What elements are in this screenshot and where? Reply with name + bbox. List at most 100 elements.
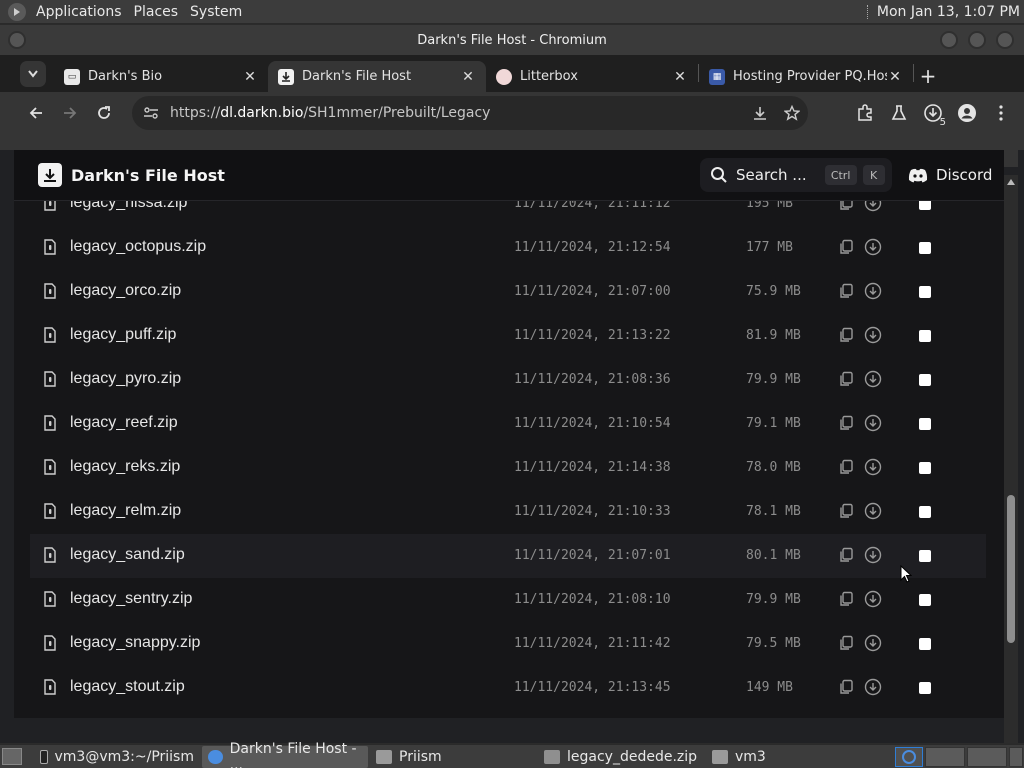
site-download-icon[interactable] — [38, 163, 62, 187]
places-menu[interactable]: Places — [128, 0, 185, 24]
download-icon[interactable] — [864, 326, 882, 348]
file-name-link[interactable]: legacy_stout.zip — [70, 678, 185, 696]
copy-link-icon[interactable] — [838, 327, 854, 347]
download-icon[interactable] — [864, 546, 882, 568]
file-name-link[interactable]: legacy_sand.zip — [70, 546, 185, 564]
select-checkbox[interactable] — [919, 374, 931, 386]
close-tab-icon[interactable]: ✕ — [242, 69, 258, 85]
workspace-switcher-active[interactable] — [895, 747, 923, 767]
select-checkbox[interactable] — [919, 462, 931, 474]
select-checkbox[interactable] — [919, 638, 931, 650]
file-name-link[interactable]: legacy_sentry.zip — [70, 590, 192, 608]
bookmark-star-icon[interactable] — [776, 105, 808, 121]
copy-link-icon[interactable] — [838, 547, 854, 567]
file-row[interactable]: legacy_reks.zip 11/11/2024, 21:14:38 78.0 … — [30, 446, 986, 490]
select-checkbox[interactable] — [919, 550, 931, 562]
extensions-button[interactable] — [848, 96, 882, 130]
download-icon[interactable] — [864, 634, 882, 656]
page-scrollbar[interactable] — [1004, 175, 1018, 743]
url-text[interactable]: https://dl.darkn.bio/SH1mmer/Prebuilt/Le… — [170, 105, 744, 121]
task-priism-folder[interactable]: Priism — [370, 746, 536, 768]
copy-link-icon[interactable] — [838, 371, 854, 391]
tab-darkns-file-host[interactable]: Darkn's File Host ✕ — [268, 61, 486, 92]
close-tab-icon[interactable]: ✕ — [672, 69, 688, 85]
download-icon[interactable] — [864, 282, 882, 304]
back-button[interactable] — [19, 96, 53, 130]
tab-hosting-provider[interactable]: ▦ Hosting Provider PQ.Hosti ✕ — [699, 61, 913, 92]
file-row[interactable]: legacy_pyro.zip 11/11/2024, 21:08:36 79.9 … — [30, 358, 986, 402]
select-checkbox[interactable] — [919, 594, 931, 606]
downloads-button[interactable]: 5 — [916, 96, 950, 130]
maximize-button[interactable] — [968, 31, 986, 49]
file-name-link[interactable]: legacy_puff.zip — [70, 326, 176, 344]
task-terminal[interactable]: vm3@vm3:~/Priism — [34, 746, 200, 768]
copy-link-icon[interactable] — [838, 459, 854, 479]
window-menu-button[interactable] — [8, 31, 26, 49]
copy-link-icon[interactable] — [838, 503, 854, 523]
minimize-button[interactable] — [940, 31, 958, 49]
file-row[interactable]: legacy_octopus.zip 11/11/2024, 21:12:54 17… — [30, 226, 986, 270]
file-name-link[interactable]: legacy_orco.zip — [70, 282, 181, 300]
show-desktop-icon[interactable] — [2, 748, 22, 765]
forward-button[interactable] — [53, 96, 87, 130]
task-chromium[interactable]: Darkn's File Host - ... — [202, 741, 368, 768]
reload-button[interactable] — [87, 96, 121, 130]
profile-button[interactable] — [950, 96, 984, 130]
file-row[interactable]: legacy_reef.zip 11/11/2024, 21:10:54 79.1 … — [30, 402, 986, 446]
select-checkbox[interactable] — [919, 418, 931, 430]
select-checkbox[interactable] — [919, 330, 931, 342]
address-bar[interactable]: https://dl.darkn.bio/SH1mmer/Prebuilt/Le… — [132, 96, 808, 130]
file-row[interactable]: legacy_puff.zip 11/11/2024, 21:13:22 81.9 … — [30, 314, 986, 358]
applications-menu[interactable]: Applications — [30, 0, 128, 24]
download-icon[interactable] — [864, 502, 882, 524]
file-row[interactable]: legacy_sand.zip 11/11/2024, 21:07:01 80.1 … — [30, 534, 986, 578]
file-row[interactable]: legacy_orco.zip 11/11/2024, 21:07:00 75.9 … — [30, 270, 986, 314]
file-row[interactable]: legacy_sentry.zip 11/11/2024, 21:08:10 79.… — [30, 578, 986, 622]
download-icon[interactable] — [864, 414, 882, 436]
file-name-link[interactable]: legacy_snappy.zip — [70, 634, 200, 652]
clock[interactable]: Mon Jan 13, 1:07 PM — [877, 4, 1020, 20]
file-name-link[interactable]: legacy_reef.zip — [70, 414, 178, 432]
search-button[interactable]: Search ... Ctrl K — [700, 158, 892, 192]
file-name-link[interactable]: legacy_pyro.zip — [70, 370, 181, 388]
panel-clock-area[interactable]: Mon Jan 13, 1:07 PM — [866, 0, 1020, 24]
file-name-link[interactable]: legacy_octopus.zip — [70, 238, 206, 256]
close-tab-icon[interactable]: ✕ — [887, 69, 903, 85]
task-vm3-folder[interactable]: vm3 — [706, 746, 872, 768]
download-icon[interactable] — [864, 238, 882, 260]
tab-darkns-bio[interactable]: ▭ Darkn's Bio ✕ — [54, 61, 268, 92]
system-menu[interactable]: System — [184, 0, 248, 24]
labs-button[interactable] — [882, 96, 916, 130]
file-row[interactable]: legacy_stout.zip 11/11/2024, 21:13:45 149 … — [30, 666, 986, 710]
copy-link-icon[interactable] — [838, 635, 854, 655]
copy-link-icon[interactable] — [838, 283, 854, 303]
download-icon[interactable] — [864, 678, 882, 700]
workspace-3[interactable] — [967, 747, 1007, 767]
file-row[interactable]: legacy_relm.zip 11/11/2024, 21:10:33 78.1 … — [30, 490, 986, 534]
select-checkbox[interactable] — [919, 242, 931, 254]
new-tab-button[interactable]: + — [914, 62, 942, 90]
distro-logo-icon[interactable] — [8, 2, 26, 21]
install-download-icon[interactable] — [744, 105, 776, 121]
select-checkbox[interactable] — [919, 506, 931, 518]
trash-icon[interactable] — [1009, 747, 1023, 767]
download-icon[interactable] — [864, 370, 882, 392]
menu-button[interactable] — [984, 96, 1018, 130]
workspace-2[interactable] — [925, 747, 965, 767]
scroll-up-arrow-icon[interactable] — [1007, 179, 1015, 185]
close-window-button[interactable] — [996, 31, 1014, 49]
download-icon[interactable] — [864, 458, 882, 480]
file-name-link[interactable]: legacy_relm.zip — [70, 502, 181, 520]
site-title[interactable]: Darkn's File Host — [71, 166, 225, 185]
close-tab-icon[interactable]: ✕ — [460, 69, 476, 85]
select-checkbox[interactable] — [919, 682, 931, 694]
select-checkbox[interactable] — [919, 286, 931, 298]
copy-link-icon[interactable] — [838, 239, 854, 259]
copy-link-icon[interactable] — [838, 415, 854, 435]
task-archive[interactable]: legacy_dedede.zip — [538, 746, 704, 768]
download-icon[interactable] — [864, 590, 882, 612]
scrollbar-thumb[interactable] — [1007, 495, 1015, 643]
window-titlebar[interactable]: Darkn's File Host - Chromium — [0, 25, 1024, 55]
copy-link-icon[interactable] — [838, 591, 854, 611]
site-info-icon[interactable] — [132, 106, 170, 120]
